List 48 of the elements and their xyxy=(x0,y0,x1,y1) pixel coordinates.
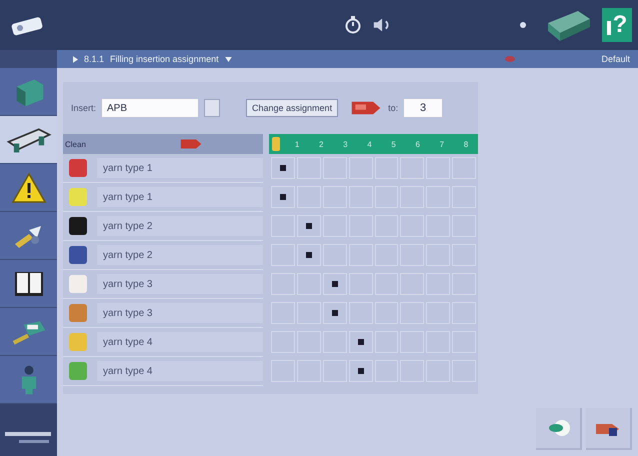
column-header: 3 xyxy=(342,140,349,148)
dropdown-button[interactable] xyxy=(204,99,220,117)
column-header: 2 xyxy=(318,140,324,148)
yarn-name: yarn type 2 xyxy=(97,216,263,236)
column-header: 6 xyxy=(414,140,421,148)
yarn-name: yarn type 1 xyxy=(97,187,263,207)
sidebar-tools-tab[interactable] xyxy=(0,212,57,260)
change-assignment-button[interactable]: Change assignment xyxy=(246,99,338,117)
status-dot-icon xyxy=(520,22,526,28)
enter-button[interactable] xyxy=(536,408,582,450)
column-header: 8 xyxy=(462,140,470,148)
to-label: to: xyxy=(388,103,398,113)
warning-icon xyxy=(10,172,46,204)
sidebar-header xyxy=(0,50,57,68)
yarn-name: yarn type 2 xyxy=(97,245,263,265)
yarn-name: yarn type 4 xyxy=(97,332,263,352)
assignment-checkbox[interactable] xyxy=(322,302,347,324)
exit-button[interactable] xyxy=(586,408,632,450)
assignment-checkbox[interactable] xyxy=(271,186,295,208)
sidebar-loom-tab[interactable] xyxy=(0,116,57,164)
screen-code: 8.1.1 xyxy=(84,54,104,64)
yarn-name: yarn type 3 xyxy=(97,303,263,323)
sidebar-maintenance-tab[interactable] xyxy=(0,308,57,356)
column-header: 7 xyxy=(438,140,446,148)
yarn-name: yarn type 1 xyxy=(97,158,263,178)
assignment-checkbox[interactable] xyxy=(271,157,295,179)
assignment-checkbox[interactable] xyxy=(348,331,372,353)
sidebar-operator-tab[interactable] xyxy=(0,356,57,404)
column-header: 1 xyxy=(294,140,300,148)
assignment-checkbox[interactable] xyxy=(296,215,321,237)
to-field[interactable]: 3 xyxy=(404,99,442,117)
insert-field[interactable]: APB xyxy=(102,99,198,117)
yarn-name: yarn type 4 xyxy=(97,361,263,381)
caret-icon[interactable] xyxy=(224,56,232,62)
screen-title[interactable]: Filling insertion assignment xyxy=(110,54,219,64)
assignment-checkbox[interactable] xyxy=(348,360,372,382)
sidebar-book-tab[interactable] xyxy=(0,260,57,308)
column-header: 4 xyxy=(366,140,373,148)
sidebar-warning-tab[interactable] xyxy=(0,164,57,212)
play-icon xyxy=(73,56,78,62)
insert-label: Insert: xyxy=(71,103,96,113)
yarn-name: yarn type 3 xyxy=(97,274,263,294)
clean-header: Clean xyxy=(65,140,86,148)
shuttle-icon xyxy=(179,137,203,151)
profile-label: Default xyxy=(601,54,630,64)
assignment-checkbox[interactable] xyxy=(322,273,347,295)
column-header: 5 xyxy=(390,140,397,148)
assignment-checkbox[interactable] xyxy=(296,244,321,266)
